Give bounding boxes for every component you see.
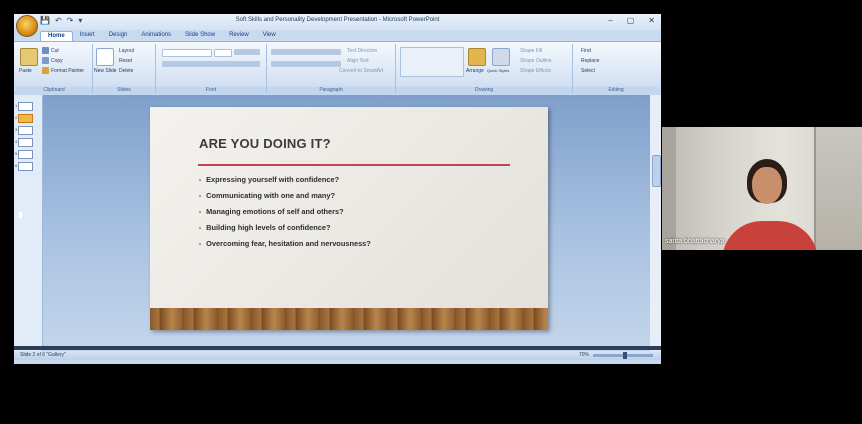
list-buttons[interactable]	[271, 49, 341, 55]
slide-thumbnail[interactable]	[18, 102, 33, 111]
slide-thumbnail[interactable]	[18, 162, 33, 171]
title-bar: 💾 ↶ ↷ ▾ Soft Skills and Personality Deve…	[14, 14, 661, 37]
title-underline	[198, 164, 510, 166]
clipboard-label: Clipboard	[16, 87, 92, 93]
arrange-button[interactable]: Arrange	[466, 68, 484, 74]
font-size-buttons[interactable]	[234, 49, 260, 55]
shape-fill-button[interactable]: Shape Fill	[520, 48, 542, 54]
paste-icon[interactable]	[20, 48, 38, 66]
group-drawing: Arrange Quick Styles Shape Fill Shape Ou…	[396, 44, 573, 93]
font-family-box[interactable]	[162, 49, 212, 57]
group-editing: Find Replace Select Editing	[573, 44, 659, 93]
zoom-controls: 70%	[579, 351, 653, 359]
bullet-item[interactable]: Managing emotions of self and others?	[199, 204, 371, 220]
tab-review[interactable]: Review	[222, 31, 256, 41]
cut-icon	[42, 47, 49, 54]
maximize-button[interactable]: ▢	[627, 16, 635, 25]
wood-floor-decoration	[150, 308, 548, 330]
scrollbar-thumb[interactable]	[652, 155, 661, 187]
tab-slide-show[interactable]: Slide Show	[178, 31, 222, 41]
reset-button[interactable]: Reset	[119, 58, 132, 64]
delete-button[interactable]: Delete	[119, 68, 133, 74]
zoom-slider[interactable]	[593, 351, 653, 359]
copy-button[interactable]: Copy	[51, 58, 63, 64]
ribbon-tabs: Home Insert Design Animations Slide Show…	[40, 31, 283, 41]
thumb-number: 6	[15, 163, 18, 168]
thumb-number: 5	[15, 151, 18, 156]
background-wall	[662, 127, 676, 250]
participant-name: sarita bhattacharya	[665, 238, 725, 245]
current-slide[interactable]: ARE YOU DOING IT? Expressing yourself wi…	[150, 107, 548, 330]
office-button[interactable]	[16, 15, 38, 37]
window-controls: – ▢ ✕	[608, 16, 655, 25]
taskbar-strip	[14, 346, 661, 350]
slide-thumbnail-selected[interactable]	[18, 114, 33, 123]
person-body	[722, 221, 818, 250]
window-title: Soft Skills and Personality Development …	[235, 17, 440, 23]
tab-home[interactable]: Home	[40, 31, 73, 41]
thumb-number: 2	[15, 115, 18, 120]
bullet-item[interactable]: Overcoming fear, hesitation and nervousn…	[199, 236, 371, 252]
vertical-scrollbar[interactable]	[650, 95, 661, 351]
slide-counter: Slide 2 of 6 "Gallery"	[20, 352, 66, 358]
quick-styles-icon[interactable]	[492, 48, 510, 66]
slide-thumbnail[interactable]	[18, 126, 33, 135]
select-button[interactable]: Select	[581, 68, 595, 74]
font-format-buttons[interactable]	[162, 61, 260, 67]
paragraph-label: Paragraph	[267, 87, 395, 93]
arrange-icon[interactable]	[468, 48, 486, 66]
webcam-video-tile[interactable]: sarita bhattacharya	[662, 127, 862, 250]
group-paragraph: Text Direction Align Text Convert to Sma…	[267, 44, 396, 93]
new-slide-icon[interactable]	[96, 48, 114, 66]
group-slides: New Slide Layout Reset Delete Slides	[93, 44, 156, 93]
thumb-number: 3	[15, 127, 18, 132]
bullet-item[interactable]: Expressing yourself with confidence?	[199, 172, 371, 188]
slide-thumbnail[interactable]	[18, 138, 33, 147]
zoom-level[interactable]: 70%	[579, 352, 589, 358]
editing-label: Editing	[573, 87, 659, 93]
drawing-label: Drawing	[396, 87, 572, 93]
find-button[interactable]: Find	[581, 48, 591, 54]
shape-outline-button[interactable]: Shape Outline	[520, 58, 552, 64]
bullet-item[interactable]: Communicating with one and many?	[199, 188, 371, 204]
font-label: Font	[156, 87, 266, 93]
copy-icon	[42, 57, 49, 64]
minimize-button[interactable]: –	[608, 16, 612, 25]
tab-insert[interactable]: Insert	[73, 31, 102, 41]
font-size-box[interactable]	[214, 49, 232, 57]
quick-styles-button[interactable]: Quick Styles	[487, 68, 509, 73]
text-direction-button[interactable]: Text Direction	[347, 48, 377, 54]
shapes-gallery[interactable]	[400, 47, 464, 77]
tab-design[interactable]: Design	[102, 31, 135, 41]
background-door	[814, 127, 862, 250]
shape-effects-button[interactable]: Shape Effects	[520, 68, 551, 74]
close-button[interactable]: ✕	[648, 16, 655, 25]
align-buttons[interactable]	[271, 61, 341, 67]
convert-smartart-button[interactable]: Convert to SmartArt	[339, 68, 383, 74]
paste-button[interactable]: Paste	[19, 68, 32, 74]
mouse-cursor-icon	[19, 212, 22, 218]
slide-thumbnail[interactable]	[18, 150, 33, 159]
align-text-button[interactable]: Align Text	[347, 58, 369, 64]
slides-pane: 1 2 3 4 5 6	[14, 95, 43, 351]
thumb-number: 1	[15, 103, 18, 108]
slides-label: Slides	[93, 87, 155, 93]
replace-button[interactable]: Replace	[581, 58, 599, 64]
bullet-list[interactable]: Expressing yourself with confidence? Com…	[199, 172, 371, 252]
thumb-number: 4	[15, 139, 18, 144]
tab-animations[interactable]: Animations	[134, 31, 178, 41]
slide-title[interactable]: ARE YOU DOING IT?	[199, 136, 331, 151]
layout-button[interactable]: Layout	[119, 48, 134, 54]
person-face	[752, 167, 782, 204]
group-font: Font	[156, 44, 267, 93]
group-clipboard: Paste Cut Copy Format Painter Clipboard	[16, 44, 93, 93]
format-painter-button[interactable]: Format Painter	[51, 68, 84, 74]
tab-view[interactable]: View	[256, 31, 283, 41]
new-slide-button[interactable]: New Slide	[94, 68, 117, 74]
status-bar: Slide 2 of 6 "Gallery" 70%	[14, 351, 661, 360]
format-painter-icon	[42, 67, 49, 74]
bullet-item[interactable]: Building high levels of confidence?	[199, 220, 371, 236]
cut-button[interactable]: Cut	[51, 48, 59, 54]
ribbon: Paste Cut Copy Format Painter Clipboard …	[14, 41, 661, 96]
